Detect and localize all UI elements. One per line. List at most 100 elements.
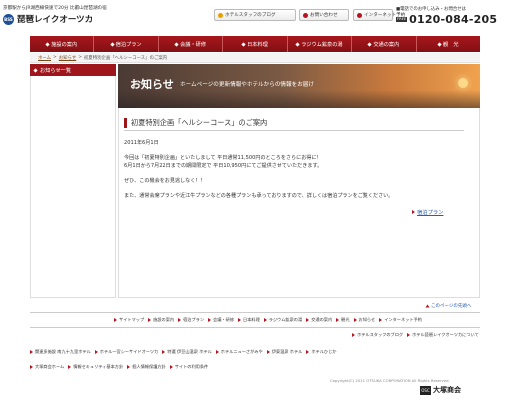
nav-label: 交通の案内 bbox=[373, 41, 400, 48]
footer-link[interactable]: 会議・研修 bbox=[208, 317, 234, 323]
arrow-right-icon bbox=[162, 350, 166, 354]
sidebar-item-label: お知らせ一覧 bbox=[40, 67, 72, 74]
bullet-icon bbox=[174, 41, 179, 47]
main-nav: 施設の案内 宿泊プラン 会議・研修 日本料理 ラジウム鉱泉の湯 交通の案内 観 … bbox=[30, 36, 480, 52]
blog-icon bbox=[218, 12, 223, 18]
arrow-right-icon bbox=[114, 318, 117, 322]
nav-access[interactable]: 交通の案内 bbox=[352, 36, 417, 52]
nav-radium-bath[interactable]: ラジウム鉱泉の湯 bbox=[288, 36, 353, 52]
footer-link-label: ラジウム鉱泉の湯 bbox=[268, 317, 303, 322]
otsuka-name: 大塚商会 bbox=[433, 386, 461, 394]
divider bbox=[124, 130, 464, 131]
footer-link[interactable]: 宿泊プラン bbox=[178, 317, 204, 323]
footer-link[interactable]: 伊東温泉 ホテル bbox=[266, 349, 303, 355]
otsuka-logo[interactable]: OSC 大塚商会 bbox=[420, 385, 461, 395]
contact-button[interactable]: お問い合わせ bbox=[299, 9, 349, 21]
breadcrumb-separator: > bbox=[78, 55, 82, 60]
nav-japanese-cuisine[interactable]: 日本料理 bbox=[223, 36, 288, 52]
arrow-right-icon bbox=[306, 350, 310, 354]
nav-plans[interactable]: 宿泊プラン bbox=[94, 36, 159, 52]
copyright: Copyright(C) 2011 OTSUKA CORPORATION All… bbox=[330, 378, 450, 383]
footer-link[interactable]: ラジウム鉱泉の湯 bbox=[263, 317, 303, 323]
arrow-right-icon bbox=[169, 365, 173, 369]
hero-title: お知らせ bbox=[130, 78, 174, 91]
internet-reserve-button[interactable]: インターネット予約 bbox=[353, 9, 405, 21]
hero-subtitle: ホームページの更新情報やホテルからの情報をお届け bbox=[180, 82, 314, 88]
staff-blog-button[interactable]: ホテルスタッフのブログ bbox=[214, 9, 296, 21]
footer-link[interactable]: 情報セキュリティ基本方針 bbox=[68, 364, 123, 370]
footer-link-label: 情報セキュリティ基本方針 bbox=[73, 364, 124, 369]
breadcrumb-separator: > bbox=[53, 55, 57, 60]
footer-link-label: 関連多施設 南九十九里ホテル bbox=[35, 349, 91, 354]
arrow-right-icon bbox=[68, 365, 72, 369]
nav-sightseeing[interactable]: 観 光 bbox=[417, 36, 480, 52]
arrow-right-icon bbox=[30, 365, 33, 369]
footer-link[interactable]: インターネット予約 bbox=[379, 317, 422, 323]
footer-link[interactable]: 大塚商会ホーム bbox=[30, 364, 64, 370]
arrow-up-icon bbox=[425, 304, 430, 308]
footer-link[interactable]: 個人情報保護方針 bbox=[127, 364, 166, 370]
nav-meetings[interactable]: 会議・研修 bbox=[159, 36, 224, 52]
arrow-right-icon bbox=[127, 365, 131, 369]
footer-link[interactable]: 施設の案内 bbox=[148, 317, 174, 323]
contact-label: お問い合わせ bbox=[310, 13, 338, 18]
footer-link[interactable]: ホテルスタッフのブログ bbox=[352, 332, 403, 338]
page-top-link[interactable]: このページの先頭へ bbox=[425, 303, 472, 309]
arrow-right-icon bbox=[379, 318, 383, 322]
nav-label: 施設の案内 bbox=[51, 41, 78, 48]
arrow-right-icon bbox=[178, 318, 182, 322]
footer-link[interactable]: ホテルひじか bbox=[306, 349, 336, 355]
plan-link[interactable]: 宿泊プラン bbox=[412, 208, 444, 216]
footer-link[interactable]: ホテル琵琶レイクオーツカについて bbox=[407, 332, 479, 338]
tagline: 京都駅からJR湖西線快速で20分 比叡山琵琶湖の宿 bbox=[3, 6, 107, 11]
footer-link[interactable]: サイトマップ bbox=[114, 317, 144, 323]
bullet-icon bbox=[241, 41, 246, 47]
corporate-links: 大塚商会ホーム 情報セキュリティ基本方針 個人情報保護方針 サイトの利用条件 bbox=[30, 364, 480, 370]
footer-link[interactable]: ホテル一宮シーサイドオーツカ bbox=[94, 349, 158, 355]
phone-label: ■電話でのお申し込み・お問合せは bbox=[396, 7, 467, 12]
footer-nav-secondary: ホテルスタッフのブログ ホテル琵琶レイクオーツカについて bbox=[30, 329, 480, 341]
footer-link-label: ホテルニューさがみや bbox=[220, 349, 263, 354]
mountain-silhouette bbox=[118, 90, 480, 108]
logo-mark-icon: BSS bbox=[3, 13, 14, 25]
article-paragraph: ぜひ、この機会をお見逃しなく！！ bbox=[124, 178, 206, 184]
footer-link[interactable]: お知らせ bbox=[353, 317, 375, 323]
sidebar-column bbox=[30, 76, 116, 298]
footer-link-label: 伊東温泉 ホテル bbox=[271, 349, 303, 354]
footer-link[interactable]: 関連多施設 南九十九里ホテル bbox=[30, 349, 91, 355]
breadcrumb: ホーム > お知らせ > 初夏特別企画「ヘルシーコース」のご案内 bbox=[30, 53, 480, 63]
footer-link[interactable]: ホテルニューさがみや bbox=[215, 349, 263, 355]
footer-link[interactable]: 交通の案内 bbox=[306, 317, 332, 323]
footer-link-label: ホテル琵琶レイクオーツカについて bbox=[412, 332, 479, 337]
breadcrumb-news[interactable]: お知らせ bbox=[59, 55, 76, 61]
footer-link[interactable]: 日本料理 bbox=[238, 317, 260, 323]
bullet-icon bbox=[437, 41, 442, 47]
footer-link-label: 施設の案内 bbox=[153, 317, 175, 322]
footer-link-label: 個人情報保護方針 bbox=[132, 364, 166, 369]
breadcrumb-home[interactable]: ホーム bbox=[38, 55, 51, 61]
arrow-right-icon bbox=[412, 210, 415, 214]
article-title: 初夏特別企画「ヘルシーコース」のご案内 bbox=[124, 118, 464, 128]
plan-link-label: 宿泊プラン bbox=[417, 210, 444, 216]
site-name: 琵琶レイクオーツカ bbox=[17, 15, 94, 25]
staff-blog-label: ホテルスタッフのブログ bbox=[225, 13, 276, 18]
footer-link[interactable]: 特選 伊豆山温泉 ホテル bbox=[162, 349, 212, 355]
nav-facilities[interactable]: 施設の案内 bbox=[30, 36, 95, 52]
arrow-right-icon bbox=[94, 350, 98, 354]
nav-label: 日本料理 bbox=[247, 41, 268, 48]
nav-label: 宿泊プラン bbox=[115, 41, 142, 48]
footer-link-label: 特選 伊豆山温泉 ホテル bbox=[167, 349, 212, 354]
footer-link[interactable]: サイトの利用条件 bbox=[169, 364, 208, 370]
phone-box: ■電話でのお申し込み・お問合せは FREE 0120-084-205 bbox=[396, 6, 509, 26]
sidebar-item-news-list[interactable]: お知らせ一覧 bbox=[30, 64, 116, 76]
footer-link-label: 交通の案内 bbox=[311, 317, 333, 322]
footer-link-label: 日本料理 bbox=[243, 317, 260, 322]
arrow-right-icon bbox=[238, 318, 241, 322]
article-paragraph: また、通常会席プランや近江牛プランなどの各種プランも承っておりますので、詳しくは… bbox=[124, 193, 394, 199]
site-logo[interactable]: BSS 琵琶レイクオーツカ bbox=[3, 13, 93, 25]
page-top-label: このページの先頭へ bbox=[431, 304, 472, 309]
main-content bbox=[118, 108, 480, 298]
footer-link[interactable]: 観光 bbox=[336, 317, 350, 323]
footer-link-label: 宿泊プラン bbox=[183, 317, 205, 322]
sidebar: お知らせ一覧 bbox=[30, 64, 116, 76]
